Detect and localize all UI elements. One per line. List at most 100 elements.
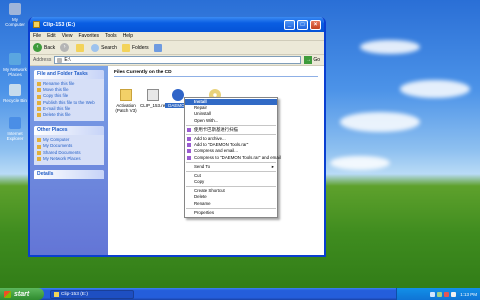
other-places-panel: Other Places My Computer My Documents Shar… — [34, 126, 104, 166]
task-label: Delete this file — [43, 112, 71, 118]
context-menu-label: Compress to "DAEMON Tools.rar" and email — [194, 154, 281, 160]
go-arrow-icon: → — [304, 56, 313, 64]
panel-header[interactable]: Other Places — [34, 126, 104, 136]
address-value: E:\ — [64, 57, 71, 63]
daemon-tray-icon[interactable] — [451, 291, 457, 297]
context-menu-label: Properties — [194, 209, 215, 215]
context-menu-item[interactable]: Properties — [185, 210, 277, 216]
title-bar[interactable]: Clip-153 (E:) _ □ × — [30, 17, 324, 32]
panel-header[interactable]: Details — [34, 170, 104, 180]
menu-help[interactable]: Help — [123, 33, 133, 39]
forward-button[interactable]: › — [60, 43, 71, 52]
desktop-icon-label: Internet Explorer — [6, 131, 24, 141]
context-menu-label: 使用卡巴斯基进行扫描 — [194, 126, 238, 132]
address-label: Address — [33, 57, 52, 63]
context-menu-label: Add to archive... — [194, 135, 226, 141]
back-label: Back — [44, 44, 56, 51]
go-label: Go — [313, 57, 320, 63]
context-menu-item[interactable]: Compress to "DAEMON Tools.rar" and email — [185, 155, 281, 161]
context-menu-item[interactable]: 使用卡巴斯基进行扫描 — [185, 127, 277, 133]
menu-file[interactable]: File — [33, 33, 41, 39]
drive-icon — [54, 291, 59, 297]
context-menu-item[interactable]: Copy — [185, 179, 277, 185]
task-icon — [37, 150, 41, 155]
folders-label: Folders — [131, 44, 149, 51]
context-menu: Install Repair Uninstall Open With... 使用卡巴斯基… — [184, 97, 281, 218]
registry-file-icon — [147, 89, 159, 101]
menu-favorites[interactable]: Favorites — [78, 33, 99, 39]
network-icon — [9, 53, 21, 65]
go-button[interactable]: → Go — [304, 56, 320, 64]
network-icon[interactable] — [437, 291, 443, 297]
desktop-icon[interactable]: Recycle Bin — [2, 84, 28, 103]
menu-view[interactable]: View — [62, 33, 73, 39]
window-title: Clip-153 (E:) — [43, 21, 76, 28]
back-button[interactable]: ‹ Back — [33, 43, 55, 52]
drive-icon — [57, 57, 63, 63]
file-item[interactable]: CLIP_153.reg — [140, 89, 168, 108]
task-icon — [37, 113, 41, 118]
folder-icon — [120, 89, 132, 101]
menu-separator — [186, 161, 276, 163]
menu-separator — [186, 170, 276, 172]
menu-separator — [186, 133, 276, 135]
explorer-window: Clip-153 (E:) _ □ × File Edit View Favor… — [28, 17, 326, 257]
task-icon — [37, 144, 41, 149]
menu-tools[interactable]: Tools — [105, 33, 117, 39]
address-input[interactable]: E:\ — [54, 56, 302, 64]
system-tray: 1:13 PM — [396, 288, 480, 300]
folders-icon — [121, 43, 130, 52]
antivirus-icon[interactable] — [444, 291, 450, 297]
task-pane: File and Folder Tasks Rename this file Mo… — [30, 66, 108, 255]
context-menu-label: Create Shortcut — [194, 188, 225, 194]
context-menu-label: Add to "DAEMON Tools.rar" — [194, 142, 249, 148]
task-link[interactable]: My Network Places — [37, 156, 101, 162]
folder-up-icon — [76, 43, 85, 52]
search-button[interactable]: Search — [91, 43, 117, 52]
context-menu-item[interactable]: Rename — [185, 201, 277, 207]
task-icon — [37, 106, 41, 111]
menu-bar: File Edit View Favorites Tools Help — [30, 32, 324, 41]
drive-icon — [33, 21, 40, 28]
panel-header[interactable]: File and Folder Tasks — [34, 70, 104, 79]
kaspersky-icon — [187, 127, 191, 132]
context-menu-label: Uninstall — [194, 111, 211, 117]
context-menu-label: Copy — [194, 179, 205, 185]
clock[interactable]: 1:13 PM — [460, 292, 477, 297]
cloud-decoration — [340, 112, 420, 132]
context-menu-label: Compress and email... — [194, 148, 238, 154]
internet-explorer-icon — [9, 117, 21, 129]
views-button[interactable] — [153, 43, 164, 52]
minimize-button[interactable]: _ — [284, 19, 295, 30]
start-button[interactable]: start — [0, 288, 44, 300]
desktop-icon-label: My Network Places — [3, 67, 27, 77]
file-item[interactable]: Activation (Patch V3) — [113, 89, 139, 113]
menu-edit[interactable]: Edit — [47, 33, 56, 39]
taskbar: start Clip-153 (E:) 1:13 PM — [0, 288, 480, 300]
start-label: start — [14, 290, 30, 298]
file-folder-tasks-panel: File and Folder Tasks Rename this file Mo… — [34, 70, 104, 122]
submenu-arrow-icon: ▸ — [271, 163, 274, 169]
details-panel: Details — [34, 170, 104, 180]
folders-button[interactable]: Folders — [121, 43, 149, 52]
desktop-icon[interactable]: My Network Places — [2, 53, 28, 77]
menu-separator — [186, 207, 276, 209]
taskbar-window-button[interactable]: Clip-153 (E:) — [50, 289, 134, 299]
search-label: Search — [101, 44, 117, 51]
task-link[interactable]: Delete this file — [37, 112, 101, 118]
task-icon — [37, 82, 41, 87]
file-label: Activation (Patch V3) — [115, 103, 137, 113]
maximize-button[interactable]: □ — [297, 19, 308, 30]
volume-icon[interactable] — [430, 291, 436, 297]
desktop-icon-label: Recycle Bin — [3, 98, 27, 103]
desktop-icon[interactable]: My Computer — [2, 3, 28, 27]
context-menu-item[interactable]: Open With... — [185, 118, 277, 124]
back-arrow-icon: ‹ — [33, 43, 42, 52]
close-button[interactable]: × — [310, 19, 321, 30]
desktop-icon[interactable]: Internet Explorer — [2, 117, 28, 141]
up-button[interactable] — [76, 43, 86, 52]
menu-separator — [186, 186, 276, 188]
context-menu-label: Repair — [194, 105, 207, 111]
context-menu-label: Delete — [194, 194, 207, 200]
context-menu-item[interactable]: Send To ▸ — [185, 164, 277, 170]
